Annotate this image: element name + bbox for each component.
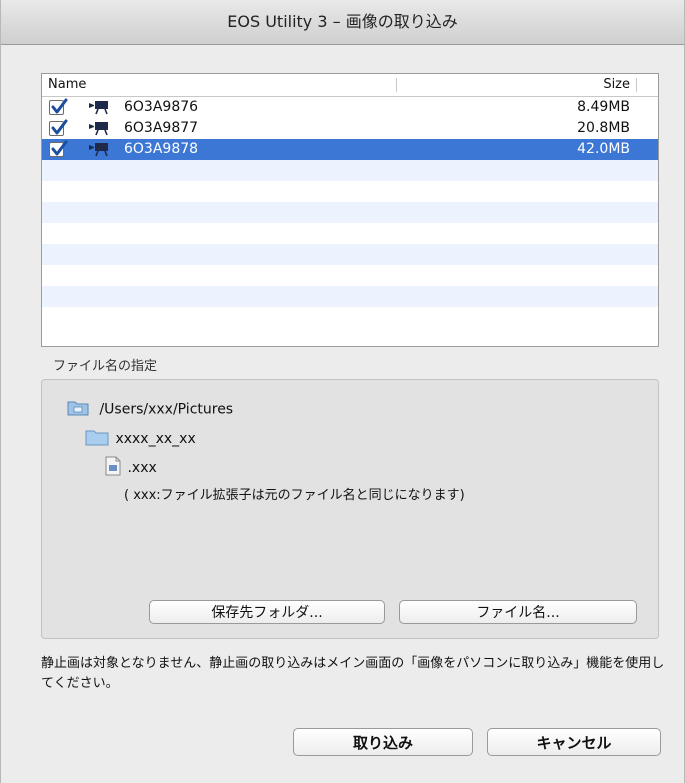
movie-camera-icon <box>89 100 111 119</box>
folder-icon <box>85 428 109 450</box>
save-folder-button[interactable]: 保存先フォルダ... <box>149 600 385 624</box>
empty-row <box>42 244 658 265</box>
document-icon <box>105 456 121 480</box>
file-row[interactable]: 6O3A9876 8.49MB <box>42 97 658 118</box>
movie-camera-icon <box>89 121 111 140</box>
file-list[interactable]: Name Size 6O3A9876 8.49MB 6O3A9877 20.8M… <box>41 73 659 347</box>
empty-row <box>42 202 658 223</box>
file-checkbox[interactable] <box>49 119 68 136</box>
empty-row <box>42 223 658 244</box>
info-message: 静止画は対象となりません、静止画の取り込みはメイン画面の「画像をパソコンに取り込… <box>41 656 665 691</box>
file-checkbox[interactable] <box>49 140 68 157</box>
file-extension: .xxx <box>127 460 157 476</box>
file-name: 6O3A9878 <box>124 141 199 157</box>
file-checkbox[interactable] <box>49 98 68 115</box>
window-title: EOS Utility 3 – 画像の取り込み <box>1 0 684 45</box>
empty-row <box>42 307 658 328</box>
empty-row <box>42 181 658 202</box>
column-divider[interactable] <box>396 78 397 92</box>
movie-camera-icon <box>89 142 111 161</box>
file-name: 6O3A9876 <box>124 99 199 115</box>
list-header: Name Size <box>42 74 658 97</box>
empty-row <box>42 286 658 307</box>
column-header-size[interactable]: Size <box>603 77 630 92</box>
file-row-selected[interactable]: 6O3A9878 42.0MB <box>42 139 658 160</box>
import-button[interactable]: 取り込み <box>293 728 473 756</box>
filename-button[interactable]: ファイル名... <box>399 600 637 624</box>
file-name-row: .xxx <box>105 456 157 480</box>
column-header-name[interactable]: Name <box>48 77 86 92</box>
extension-note: ( xxx:ファイル拡張子は元のファイル名と同じになります) <box>124 488 465 503</box>
file-size: 20.8MB <box>577 120 630 136</box>
cancel-button[interactable]: キャンセル <box>487 728 661 756</box>
file-name: 6O3A9877 <box>124 120 199 136</box>
file-size: 8.49MB <box>577 99 630 115</box>
destination-path-row: /Users/xxx/Pictures <box>67 399 233 420</box>
column-divider[interactable] <box>636 78 637 92</box>
filename-section-label: ファイル名の指定 <box>53 359 158 374</box>
import-dialog: EOS Utility 3 – 画像の取り込み Name Size 6O3A98… <box>0 0 685 783</box>
drive-folder-icon <box>67 399 89 420</box>
destination-path: /Users/xxx/Pictures <box>99 401 234 418</box>
empty-row <box>42 160 658 181</box>
folder-name: xxxx_xx_xx <box>115 431 196 447</box>
empty-row <box>42 265 658 286</box>
folder-name-row: xxxx_xx_xx <box>85 428 196 450</box>
file-row[interactable]: 6O3A9877 20.8MB <box>42 118 658 139</box>
file-rows: 6O3A9876 8.49MB 6O3A9877 20.8MB 6O3A9878… <box>42 97 658 328</box>
file-size: 42.0MB <box>577 141 630 157</box>
